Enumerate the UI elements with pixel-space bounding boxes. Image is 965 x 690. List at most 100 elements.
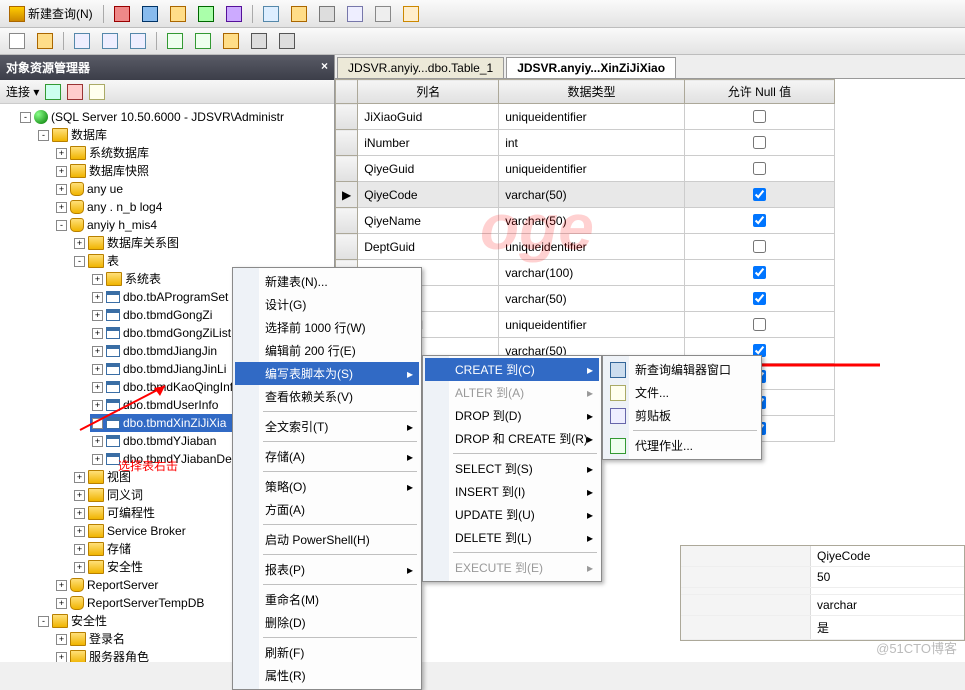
synonyms-node[interactable]: 同义词 bbox=[107, 486, 143, 504]
ctx-insert-to[interactable]: INSERT 到(I)▸ bbox=[425, 480, 599, 503]
new-query-button[interactable]: 新建查询(N) bbox=[4, 2, 98, 25]
tb-btn-9[interactable] bbox=[342, 3, 368, 25]
cell-column-name[interactable]: iNumber bbox=[358, 130, 499, 156]
filter-icon[interactable] bbox=[89, 84, 105, 100]
table-row[interactable]: DeptGuid uniqueidentifier bbox=[336, 234, 835, 260]
tab-table1[interactable]: JDSVR.anyiy...dbo.Table_1 bbox=[337, 57, 504, 78]
ctx-new-query-window[interactable]: 新查询编辑器窗口 bbox=[605, 358, 759, 381]
tb-btn-4[interactable] bbox=[193, 3, 219, 25]
service-broker-node[interactable]: Service Broker bbox=[107, 522, 186, 540]
tb-btn-7[interactable] bbox=[286, 3, 312, 25]
allow-null-checkbox[interactable] bbox=[753, 240, 766, 253]
context-menu-table[interactable]: 新建表(N)... 设计(G) 选择前 1000 行(W) 编辑前 200 行(… bbox=[232, 267, 422, 690]
ctx-rename[interactable]: 重命名(M) bbox=[235, 588, 419, 611]
stop-icon[interactable] bbox=[67, 84, 83, 100]
ctx-policy[interactable]: 策略(O)▸ bbox=[235, 475, 419, 498]
allow-null-checkbox[interactable] bbox=[753, 266, 766, 279]
tb-btn-5[interactable] bbox=[221, 3, 247, 25]
cell-data-type[interactable]: uniqueidentifier bbox=[499, 156, 685, 182]
tb2-8[interactable] bbox=[218, 30, 244, 52]
ctx-facets[interactable]: 方面(A) bbox=[235, 498, 419, 521]
table-node[interactable]: dbo.tbmdYJiabanDep bbox=[123, 450, 238, 468]
allow-null-checkbox[interactable] bbox=[753, 110, 766, 123]
tb2-3[interactable] bbox=[69, 30, 95, 52]
ctx-select-to[interactable]: SELECT 到(S)▸ bbox=[425, 457, 599, 480]
ctx-clipboard[interactable]: 剪贴板 bbox=[605, 404, 759, 427]
db-snapshot-node[interactable]: 数据库快照 bbox=[89, 162, 149, 180]
table-row[interactable]: ▶ QiyeCode varchar(50) bbox=[336, 182, 835, 208]
tb-btn-11[interactable] bbox=[398, 3, 424, 25]
toggle[interactable]: - bbox=[20, 112, 31, 123]
reportserver-temp-node[interactable]: ReportServerTempDB bbox=[87, 594, 204, 612]
cell-data-type[interactable]: varchar(50) bbox=[499, 182, 685, 208]
ctx-select-top[interactable]: 选择前 1000 行(W) bbox=[235, 316, 419, 339]
views-node[interactable]: 视图 bbox=[107, 468, 131, 486]
refresh-icon[interactable] bbox=[45, 84, 61, 100]
cell-column-name[interactable]: QiyeGuid bbox=[358, 156, 499, 182]
allow-null-checkbox[interactable] bbox=[753, 292, 766, 305]
table-row[interactable]: QiyeName varchar(50) bbox=[336, 208, 835, 234]
context-menu-script[interactable]: CREATE 到(C)▸ ALTER 到(A)▸ DROP 到(D)▸ DROP… bbox=[422, 355, 602, 582]
reportserver-node[interactable]: ReportServer bbox=[87, 576, 158, 594]
tb-btn-10[interactable] bbox=[370, 3, 396, 25]
table-row[interactable]: QiyeGuid uniqueidentifier bbox=[336, 156, 835, 182]
tb2-7[interactable] bbox=[190, 30, 216, 52]
ctx-update-to[interactable]: UPDATE 到(U)▸ bbox=[425, 503, 599, 526]
diagrams-node[interactable]: 数据库关系图 bbox=[107, 234, 179, 252]
cell-data-type[interactable]: varchar(100) bbox=[499, 260, 685, 286]
ctx-powershell[interactable]: 启动 PowerShell(H) bbox=[235, 528, 419, 551]
col-header-null[interactable]: 允许 Null 值 bbox=[684, 80, 834, 104]
logins-node[interactable]: 登录名 bbox=[89, 630, 125, 648]
db-obscured-2[interactable]: any . n_b log4 bbox=[87, 198, 162, 216]
cell-data-type[interactable]: int bbox=[499, 130, 685, 156]
allow-null-checkbox[interactable] bbox=[753, 318, 766, 331]
tb2-10[interactable] bbox=[274, 30, 300, 52]
tb2-9[interactable] bbox=[246, 30, 272, 52]
allow-null-checkbox[interactable] bbox=[753, 188, 766, 201]
table-node[interactable]: dbo.tbmdYJiaban bbox=[123, 432, 216, 450]
table-node[interactable]: dbo.tbmdKaoQingInf bbox=[123, 378, 233, 396]
tb2-4[interactable] bbox=[97, 30, 123, 52]
server-node[interactable]: (SQL Server 10.50.6000 - JDSVR\Administr bbox=[51, 108, 284, 126]
cell-column-name[interactable]: QiyeName bbox=[358, 208, 499, 234]
tb2-6[interactable] bbox=[162, 30, 188, 52]
tb2-1[interactable] bbox=[4, 30, 30, 52]
cell-data-type[interactable]: varchar(50) bbox=[499, 286, 685, 312]
table-row[interactable]: iNumber int bbox=[336, 130, 835, 156]
allow-null-checkbox[interactable] bbox=[753, 162, 766, 175]
connect-dropdown[interactable]: 连接 ▾ bbox=[6, 83, 39, 100]
context-menu-target[interactable]: 新查询编辑器窗口 文件... 剪贴板 代理作业... bbox=[602, 355, 762, 460]
allow-null-checkbox[interactable] bbox=[753, 214, 766, 227]
ctx-refresh[interactable]: 刷新(F) bbox=[235, 641, 419, 664]
db-obscured-1[interactable]: any ue bbox=[87, 180, 123, 198]
ctx-create-to[interactable]: CREATE 到(C)▸ bbox=[425, 358, 599, 381]
ctx-design[interactable]: 设计(G) bbox=[235, 293, 419, 316]
tb-btn-3[interactable] bbox=[165, 3, 191, 25]
ctx-drop-to[interactable]: DROP 到(D)▸ bbox=[425, 404, 599, 427]
cell-data-type[interactable]: uniqueidentifier bbox=[499, 234, 685, 260]
prop-type[interactable]: varchar bbox=[811, 595, 964, 615]
col-header-name[interactable]: 列名 bbox=[358, 80, 499, 104]
databases-node[interactable]: 数据库 bbox=[71, 126, 107, 144]
ctx-delete-to[interactable]: DELETE 到(L)▸ bbox=[425, 526, 599, 549]
tb2-5[interactable] bbox=[125, 30, 151, 52]
storage-node[interactable]: 存储 bbox=[107, 540, 131, 558]
ctx-file[interactable]: 文件... bbox=[605, 381, 759, 404]
ctx-reports[interactable]: 报表(P)▸ bbox=[235, 558, 419, 581]
ctx-dependencies[interactable]: 查看依赖关系(V) bbox=[235, 385, 419, 408]
tables-node[interactable]: 表 bbox=[107, 252, 119, 270]
db-current[interactable]: anyiy h_mis4 bbox=[87, 216, 157, 234]
sys-db-node[interactable]: 系统数据库 bbox=[89, 144, 149, 162]
prop-nullable[interactable]: 是 bbox=[811, 616, 964, 639]
sys-tables-node[interactable]: 系统表 bbox=[125, 270, 161, 288]
table-node[interactable]: dbo.tbmdJiangJinLi bbox=[123, 360, 226, 378]
allow-null-checkbox[interactable] bbox=[753, 136, 766, 149]
ctx-edit-top[interactable]: 编辑前 200 行(E) bbox=[235, 339, 419, 362]
tb-btn-2[interactable] bbox=[137, 3, 163, 25]
tb-btn-6[interactable] bbox=[258, 3, 284, 25]
table-node[interactable]: dbo.tbmdGongZi bbox=[123, 306, 212, 324]
table-node[interactable]: dbo.tbmdGongZiList bbox=[123, 324, 231, 342]
tb-btn-1[interactable] bbox=[109, 3, 135, 25]
ctx-delete[interactable]: 删除(D) bbox=[235, 611, 419, 634]
prop-length[interactable]: 50 bbox=[811, 567, 964, 587]
